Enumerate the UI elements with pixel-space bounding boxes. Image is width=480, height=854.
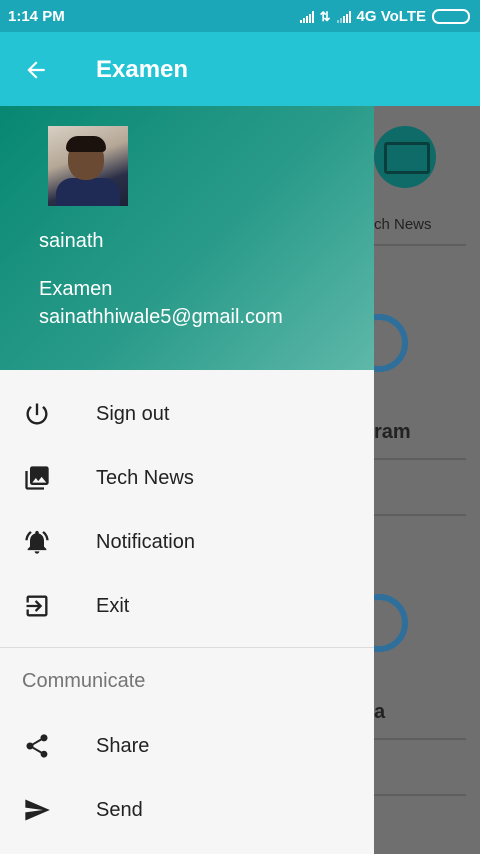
signal-strength-icon [299, 10, 314, 23]
bg-tile-label-1: ch News [374, 216, 432, 233]
navigation-drawer: sainath Examen sainathhiwale5@gmail.com … [0, 106, 374, 854]
menu-label-send: Send [96, 798, 143, 821]
menu-label-sign-out: Sign out [96, 402, 170, 425]
menu-label-share: Share [96, 734, 150, 757]
app-title: Examen [96, 56, 189, 83]
menu-label-tech-news: Tech News [96, 466, 194, 489]
share-icon [22, 731, 52, 761]
status-icons: ⇅ 4G VoLTE [299, 8, 470, 25]
section-title-communicate: Communicate [22, 670, 146, 692]
network-type: 4G VoLTE [356, 8, 426, 25]
exit-icon [22, 591, 52, 621]
drawer-header: sainath Examen sainathhiwale5@gmail.com [0, 106, 374, 370]
bg-divider-3 [374, 514, 466, 516]
photo-library-icon [22, 463, 52, 493]
user-name: sainath [39, 230, 104, 252]
menu-label-exit: Exit [96, 594, 130, 617]
bg-tile-label-2: ram [374, 421, 411, 443]
bg-divider-5 [374, 794, 466, 796]
bg-tile-label-3: a [374, 701, 386, 723]
avatar-body [56, 178, 120, 206]
avatar[interactable] [48, 126, 128, 206]
menu-item-tech-news[interactable]: Tech News [0, 446, 374, 510]
arrow-back-icon [27, 61, 45, 79]
menu-item-share[interactable]: Share [0, 714, 374, 778]
user-email: sainathhiwale5@gmail.com [39, 306, 283, 328]
menu-item-sign-out[interactable]: Sign out [0, 382, 374, 446]
back-button[interactable] [18, 52, 54, 88]
data-transfer-icon: ⇅ [319, 8, 331, 24]
user-org: Examen [39, 278, 113, 300]
background-content: ch News ram a [350, 106, 480, 854]
status-time: 1:14 PM [8, 8, 65, 25]
bg-divider-2 [374, 458, 466, 460]
menu-divider [0, 647, 374, 648]
status-bar: 1:14 PM ⇅ 4G VoLTE [0, 0, 480, 32]
alarm-bell-icon [22, 527, 52, 557]
send-icon [22, 795, 52, 825]
menu-item-send[interactable]: Send [0, 778, 374, 842]
app-bar: Examen [0, 32, 480, 106]
menu-label-notification: Notification [96, 530, 195, 553]
menu-item-notification[interactable]: Notification [0, 510, 374, 574]
battery-icon [432, 9, 470, 24]
menu-item-exit[interactable]: Exit [0, 574, 374, 638]
tv-icon [374, 126, 436, 188]
bg-divider-4 [374, 738, 466, 740]
avatar-hair [66, 136, 106, 152]
signal-strength-icon-2 [336, 10, 351, 23]
bg-divider [374, 244, 466, 246]
power-icon [22, 399, 52, 429]
